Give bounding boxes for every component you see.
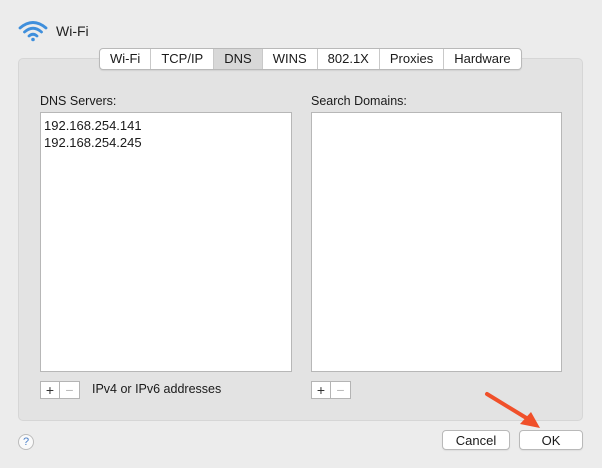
tab-wifi[interactable]: Wi-Fi — [100, 49, 152, 69]
tab-tcpip[interactable]: TCP/IP — [151, 49, 215, 69]
red-arrow-icon — [485, 392, 540, 428]
add-dns-server-button[interactable]: + — [40, 381, 60, 399]
ok-button[interactable]: OK — [519, 430, 583, 450]
search-domains-controls: + − — [311, 381, 351, 399]
search-domains-label: Search Domains: — [311, 94, 407, 108]
dns-servers-list[interactable]: 192.168.254.141 192.168.254.245 — [40, 112, 292, 372]
dns-servers-controls: + − — [40, 381, 80, 399]
help-button[interactable]: ? — [18, 434, 34, 450]
window-title: Wi-Fi — [56, 23, 89, 39]
cancel-button[interactable]: Cancel — [442, 430, 510, 450]
remove-search-domain-button[interactable]: − — [331, 381, 351, 399]
tab-proxies[interactable]: Proxies — [380, 49, 445, 69]
tab-hardware[interactable]: Hardware — [444, 49, 520, 69]
dns-server-entry[interactable]: 192.168.254.141 — [44, 117, 288, 134]
window-header: Wi-Fi — [18, 16, 89, 46]
tab-8021x[interactable]: 802.1X — [318, 49, 380, 69]
wifi-icon — [18, 20, 48, 42]
search-domains-list[interactable] — [311, 112, 562, 372]
tab-dns[interactable]: DNS — [214, 49, 263, 69]
dns-server-entry[interactable]: 192.168.254.245 — [44, 134, 288, 151]
tab-wins[interactable]: WINS — [263, 49, 318, 69]
remove-dns-server-button[interactable]: − — [60, 381, 80, 399]
add-search-domain-button[interactable]: + — [311, 381, 331, 399]
tab-bar: Wi-Fi TCP/IP DNS WINS 802.1X Proxies Har… — [99, 48, 522, 70]
dns-hint-text: IPv4 or IPv6 addresses — [92, 382, 222, 396]
dns-servers-label: DNS Servers: — [40, 94, 117, 108]
